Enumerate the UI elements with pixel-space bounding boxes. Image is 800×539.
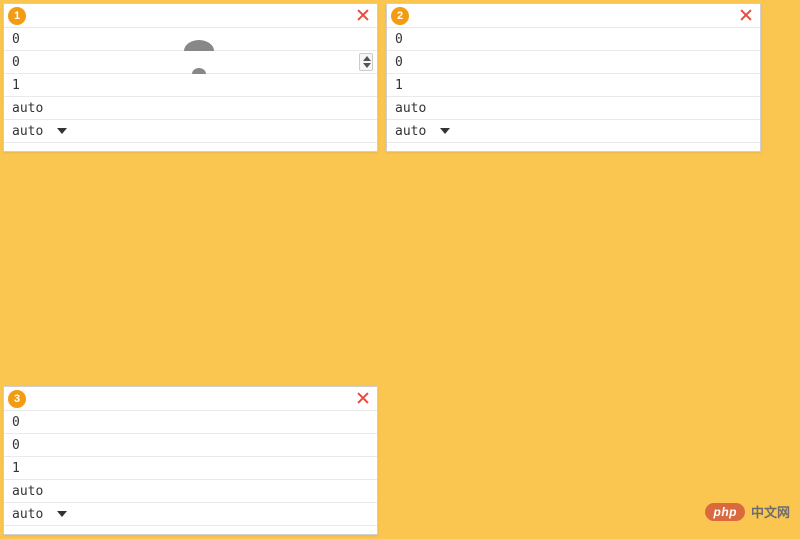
row-value: 0 bbox=[12, 30, 20, 49]
row-value: 0 bbox=[12, 53, 20, 72]
panel-footer bbox=[4, 526, 377, 534]
property-row[interactable]: 1 bbox=[387, 74, 760, 97]
dropdown-caret-icon[interactable] bbox=[440, 128, 450, 134]
close-icon[interactable] bbox=[738, 7, 754, 23]
panel-header: 2 bbox=[387, 4, 760, 28]
panel-2: 2 0 0 1 auto auto bbox=[386, 3, 761, 152]
panel-header: 1 bbox=[4, 4, 377, 28]
property-row[interactable]: auto bbox=[387, 120, 760, 143]
row-value: auto bbox=[395, 99, 426, 118]
property-row[interactable]: 1 bbox=[4, 74, 377, 97]
panel-3: 3 0 0 1 auto auto bbox=[3, 386, 378, 535]
row-value: auto bbox=[395, 122, 426, 141]
number-spinner[interactable] bbox=[359, 53, 373, 71]
row-value: auto bbox=[12, 122, 43, 141]
row-value: 0 bbox=[395, 53, 403, 72]
property-row[interactable]: 0 bbox=[4, 434, 377, 457]
property-row[interactable]: 0 bbox=[4, 411, 377, 434]
row-value: auto bbox=[12, 505, 43, 524]
property-row[interactable]: 1 bbox=[4, 457, 377, 480]
panel-1: 1 0 0 1 auto auto bbox=[3, 3, 378, 152]
property-row[interactable]: auto bbox=[4, 480, 377, 503]
property-row[interactable]: 0 bbox=[387, 51, 760, 74]
watermark-text: 中文网 bbox=[751, 502, 790, 521]
panel-badge: 2 bbox=[391, 7, 409, 25]
panel-badge: 1 bbox=[8, 7, 26, 25]
row-value: 1 bbox=[12, 76, 20, 95]
row-value: 0 bbox=[395, 30, 403, 49]
half-circle-icon bbox=[184, 40, 214, 51]
property-row[interactable]: 0 bbox=[4, 51, 377, 74]
panel-badge: 3 bbox=[8, 390, 26, 408]
row-value: 0 bbox=[12, 413, 20, 432]
close-icon[interactable] bbox=[355, 390, 371, 406]
php-logo-pill: php bbox=[705, 503, 745, 521]
watermark: php 中文网 bbox=[705, 502, 790, 521]
panel-footer bbox=[4, 143, 377, 151]
close-icon[interactable] bbox=[355, 7, 371, 23]
panel-footer bbox=[387, 143, 760, 151]
row-value: 1 bbox=[395, 76, 403, 95]
property-row[interactable]: 0 bbox=[387, 28, 760, 51]
property-row[interactable]: auto bbox=[4, 97, 377, 120]
row-value: 1 bbox=[12, 459, 20, 478]
property-row[interactable]: 0 bbox=[4, 28, 377, 51]
property-row[interactable]: auto bbox=[4, 503, 377, 526]
panel-header: 3 bbox=[4, 387, 377, 411]
row-value: auto bbox=[12, 482, 43, 501]
row-value: auto bbox=[12, 99, 43, 118]
property-row[interactable]: auto bbox=[4, 120, 377, 143]
property-row[interactable]: auto bbox=[387, 97, 760, 120]
dropdown-caret-icon[interactable] bbox=[57, 511, 67, 517]
dropdown-caret-icon[interactable] bbox=[57, 128, 67, 134]
row-value: 0 bbox=[12, 436, 20, 455]
